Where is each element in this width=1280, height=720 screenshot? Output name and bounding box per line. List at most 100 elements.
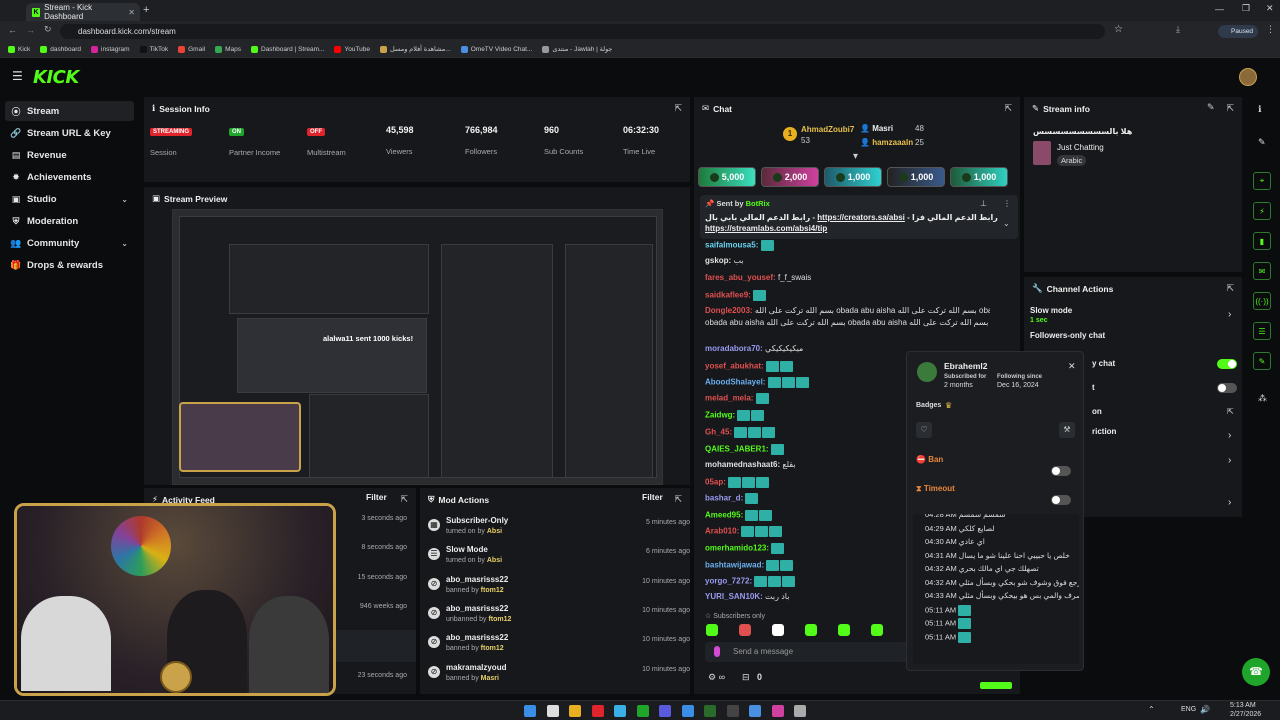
chat-username[interactable]: bashar_d:	[705, 494, 743, 503]
pinned-more-icon[interactable]: ⋮	[1003, 199, 1011, 208]
mod-action-user[interactable]: Absi	[487, 528, 502, 535]
edit-icon[interactable]: ✎	[1207, 102, 1215, 113]
word-icon[interactable]	[726, 705, 739, 717]
mod-action-user[interactable]: ftom12	[481, 645, 504, 652]
forward-icon[interactable]: →	[26, 25, 35, 35]
popup-close-icon[interactable]: ✕	[1068, 361, 1076, 372]
chrome-icon[interactable]	[591, 705, 604, 717]
steam-icon[interactable]	[749, 705, 761, 717]
chat-settings-icon[interactable]: ⚙ ∞	[708, 672, 725, 683]
chat-username[interactable]: 05ap:	[705, 478, 726, 487]
chevron-right-icon[interactable]: ›	[1228, 455, 1231, 466]
chat-username[interactable]: Arab010:	[705, 527, 739, 536]
chat-send-button[interactable]	[980, 682, 1012, 689]
chat-username[interactable]: yosef_abukhat:	[705, 362, 764, 371]
chat-username[interactable]: saifalmousa5:	[705, 241, 758, 250]
mod-action-user[interactable]: ftom12	[488, 616, 511, 623]
sidebar-item-drops-rewards[interactable]: 🎁 Drops & rewards	[5, 255, 134, 275]
message-icon[interactable]: ✉	[1253, 262, 1271, 280]
channel-toggle[interactable]	[1217, 383, 1237, 393]
popout-icon[interactable]: ⇱	[1226, 103, 1234, 114]
quick-emote-icon[interactable]	[805, 624, 817, 636]
popout-icon[interactable]: ⇱	[1226, 283, 1234, 294]
stream-preview-video[interactable]: alalwa11 sent 1000 kicks!	[172, 209, 663, 485]
chat-message[interactable]: saifalmousa5:	[705, 240, 990, 251]
chevron-right-icon[interactable]: ›	[1228, 497, 1231, 508]
quick-emote-icon[interactable]	[706, 624, 718, 636]
expand-leaderboard-icon[interactable]: ▾	[853, 151, 858, 162]
pinned-collapse-icon[interactable]: ⌄	[1003, 219, 1010, 228]
mod-action-user[interactable]: ftom12	[481, 587, 504, 594]
bookmark-item[interactable]: instagram	[91, 45, 130, 53]
sidebar-item-community[interactable]: 👥 Community ⌄	[5, 233, 134, 253]
bookmark-item[interactable]: OmeTV Video Chat...	[460, 45, 532, 53]
chevron-right-icon[interactable]: ›	[1228, 430, 1231, 441]
broadcast-icon[interactable]: ((·))	[1253, 292, 1271, 310]
activity-filter-button[interactable]: Filter	[366, 492, 387, 502]
chat-username[interactable]: AboodShalayel:	[705, 378, 765, 387]
edge-icon[interactable]	[614, 705, 626, 717]
channel-action-label[interactable]: riction	[1092, 427, 1116, 436]
kicks-gift-card[interactable]: 1,000	[824, 167, 882, 187]
mod-filter-button[interactable]: Filter	[642, 492, 663, 502]
chat-username[interactable]: Zaidwg:	[705, 411, 735, 420]
chevron-right-icon[interactable]: ›	[1228, 309, 1231, 320]
unpin-icon[interactable]: ⊥	[980, 199, 987, 208]
chat-username[interactable]: QAIES_JABER1:	[705, 445, 769, 454]
sidebar-item-achievements[interactable]: ✸ Achievements	[5, 167, 134, 187]
leader-name[interactable]: 👤 hamzaaaln	[860, 138, 913, 147]
bookmark-item[interactable]: YouTube	[334, 45, 370, 53]
avatar[interactable]	[1239, 68, 1257, 86]
maximize-icon[interactable]: ❐	[1242, 3, 1250, 14]
back-icon[interactable]: ←	[8, 25, 17, 35]
chat-username[interactable]: Dongle2003:	[705, 306, 753, 315]
bookmark-item[interactable]: منتدى - Jawlah | جولة	[542, 45, 612, 53]
channel-action-label[interactable]: on	[1092, 407, 1102, 416]
minimize-icon[interactable]: —	[1215, 4, 1224, 14]
mod-action-user[interactable]: Absi	[487, 557, 502, 564]
vpn-icon[interactable]	[659, 705, 671, 717]
popout-icon[interactable]: ⇱	[1004, 103, 1012, 114]
kicks-gift-card[interactable]: 5,000	[698, 167, 756, 187]
mail-icon[interactable]	[681, 705, 694, 717]
popout-icon[interactable]: ⇱	[400, 494, 408, 505]
url-input[interactable]: dashboard.kick.com/stream	[60, 24, 1105, 39]
volume-icon[interactable]: 🔊	[1200, 705, 1210, 714]
bookmark-item[interactable]: TikTok	[139, 45, 168, 53]
excel-icon[interactable]	[704, 705, 716, 717]
tray-chevron-icon[interactable]: ⌃	[1148, 705, 1155, 714]
quick-emote-icon[interactable]	[871, 624, 883, 636]
mod-hammer-icon[interactable]: ⚒	[1059, 422, 1075, 438]
chat-username[interactable]: Ameed95:	[705, 511, 743, 520]
popout-icon[interactable]: ⇱	[674, 103, 682, 114]
chat-username[interactable]: fares_abu_yousef:	[705, 273, 776, 282]
chat-message[interactable]: obada abu aisha بسم الله تركت على الله o…	[705, 318, 990, 327]
profile-button[interactable]: Paused	[1218, 25, 1258, 38]
chat-username[interactable]: Gh_45:	[705, 428, 732, 437]
reload-icon[interactable]: ↻	[44, 24, 52, 35]
channel-action-label[interactable]: t	[1092, 383, 1095, 392]
leader-name[interactable]: 👤 Masri	[860, 124, 893, 133]
chat-username[interactable]: moradabora70:	[705, 344, 763, 353]
leader-name[interactable]: AhmadZoubi7	[801, 125, 854, 134]
chat-username[interactable]: gskop:	[705, 256, 731, 265]
mod-action-user[interactable]: Masri	[481, 675, 499, 682]
kicks-gift-card[interactable]: 1,000	[950, 167, 1008, 187]
support-chat-button[interactable]: ☎	[1242, 658, 1270, 686]
ban-toggle[interactable]	[1051, 466, 1071, 476]
sidebar-item-studio[interactable]: ▣ Studio ⌄	[5, 189, 134, 209]
chat-username[interactable]: YURI_SAN10K:	[705, 592, 763, 601]
bookmark-item[interactable]: Gmail	[178, 45, 205, 53]
list-icon[interactable]: ☰	[1253, 322, 1271, 340]
bookmark-item[interactable]: مشاهدة أفلام ومسل...	[380, 45, 451, 53]
chat-message[interactable]: fares_abu_yousef: f_f_swais	[705, 273, 990, 282]
bookmark-star-icon[interactable]: ☆	[1114, 24, 1123, 35]
card-icon[interactable]: ▮	[1253, 232, 1271, 250]
app-icon[interactable]	[794, 705, 806, 717]
chat-username[interactable]: bashtawijawad:	[705, 561, 764, 570]
window-close-icon[interactable]: ✕	[1266, 3, 1274, 14]
external-link-icon[interactable]: ⇱	[1227, 407, 1234, 416]
channel-action-label[interactable]: Followers-only chat	[1030, 331, 1105, 340]
chat-username[interactable]: melad_mela:	[705, 394, 753, 403]
quick-emote-icon[interactable]	[838, 624, 850, 636]
